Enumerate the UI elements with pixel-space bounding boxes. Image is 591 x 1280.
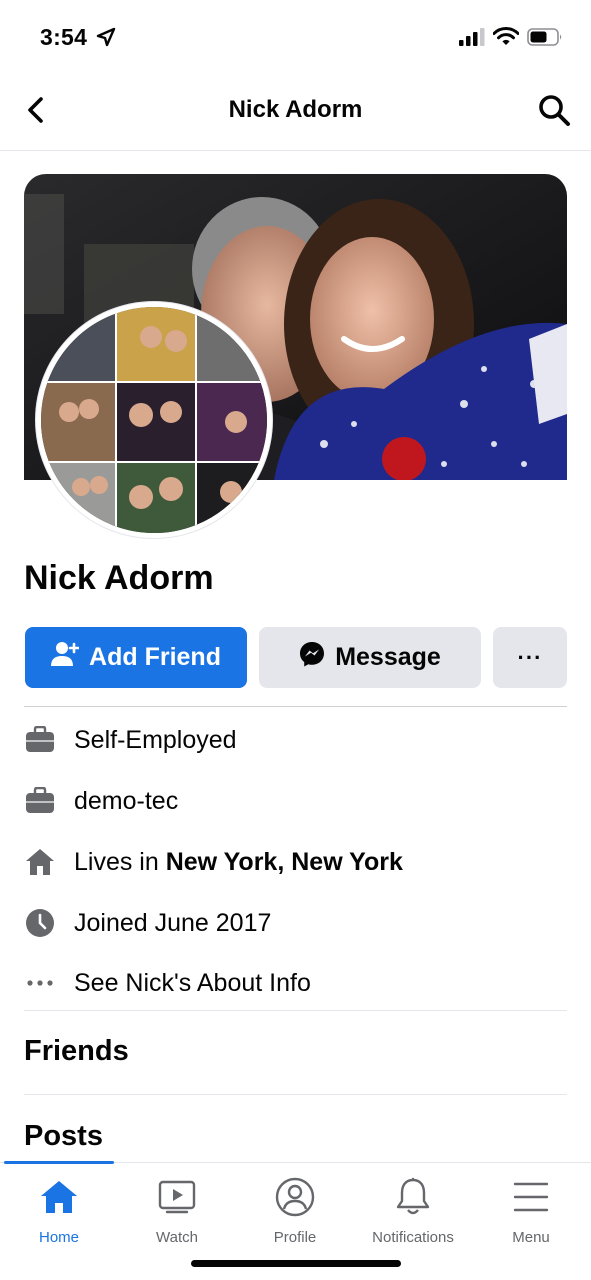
profile-icon <box>275 1177 315 1217</box>
status-bar: 3:54 <box>0 0 591 76</box>
page-header: Nick Adorm <box>0 76 591 151</box>
bell-icon <box>393 1177 433 1217</box>
home-icon <box>39 1177 79 1217</box>
wifi-icon <box>492 27 520 51</box>
profile-actions: Add Friend Message ··· <box>25 627 567 688</box>
posts-section-title: Posts <box>24 1120 103 1152</box>
briefcase-icon <box>24 724 56 756</box>
tab-label: Home <box>38 1229 79 1246</box>
message-button[interactable]: Message <box>259 627 481 688</box>
profile-name: Nick Adorm <box>24 559 214 597</box>
cellular-signal-icon <box>459 27 485 51</box>
profile-picture[interactable] <box>36 302 272 538</box>
battery-icon <box>527 27 563 51</box>
intro-item-joined: Joined June 2017 <box>24 903 271 943</box>
messenger-icon <box>299 641 325 674</box>
add-friend-label: Add Friend <box>89 643 221 671</box>
location-arrow-icon <box>96 27 116 52</box>
divider <box>24 1094 567 1095</box>
intro-text: See Nick's About Info <box>74 968 311 997</box>
divider <box>24 706 567 707</box>
add-friend-icon <box>51 641 80 674</box>
search-button[interactable] <box>537 93 571 127</box>
intro-item-work: Self-Employed <box>24 720 237 760</box>
tab-label: Notifications <box>372 1229 454 1246</box>
home-indicator <box>191 1260 401 1267</box>
see-about-info-link[interactable]: See Nick's About Info <box>24 963 311 1003</box>
tab-watch[interactable]: Watch <box>118 1177 236 1246</box>
add-friend-button[interactable]: Add Friend <box>25 627 247 688</box>
more-dots-icon <box>24 967 56 999</box>
briefcase-icon <box>24 785 56 817</box>
tab-profile[interactable]: Profile <box>236 1177 354 1246</box>
active-tab-indicator <box>4 1161 114 1164</box>
intro-text: demo-tec <box>74 786 179 815</box>
intro-item-work: demo-tec <box>24 781 178 821</box>
menu-icon <box>511 1177 551 1217</box>
intro-text: Self-Employed <box>74 725 237 754</box>
more-dots-icon: ··· <box>517 644 543 670</box>
status-time: 3:54 <box>40 24 88 50</box>
intro-text: Lives in New York, New York <box>74 847 403 876</box>
divider <box>24 1010 567 1011</box>
page-title: Nick Adorm <box>228 96 363 123</box>
search-icon <box>539 95 570 126</box>
tab-label: Menu <box>512 1229 550 1246</box>
message-label: Message <box>335 643 441 671</box>
tab-notifications[interactable]: Notifications <box>354 1177 472 1246</box>
intro-item-lives: Lives in New York, New York <box>24 842 403 882</box>
tab-label: Profile <box>273 1229 317 1246</box>
intro-text: Joined June 2017 <box>74 908 272 937</box>
tab-home[interactable]: Home <box>0 1177 118 1246</box>
tab-menu[interactable]: Menu <box>472 1177 590 1246</box>
tab-label: Watch <box>156 1229 198 1246</box>
more-options-button[interactable]: ··· <box>493 627 567 688</box>
friends-section-title[interactable]: Friends <box>24 1035 129 1068</box>
clock-icon <box>24 907 56 939</box>
house-icon <box>24 846 56 878</box>
watch-icon <box>157 1177 197 1217</box>
